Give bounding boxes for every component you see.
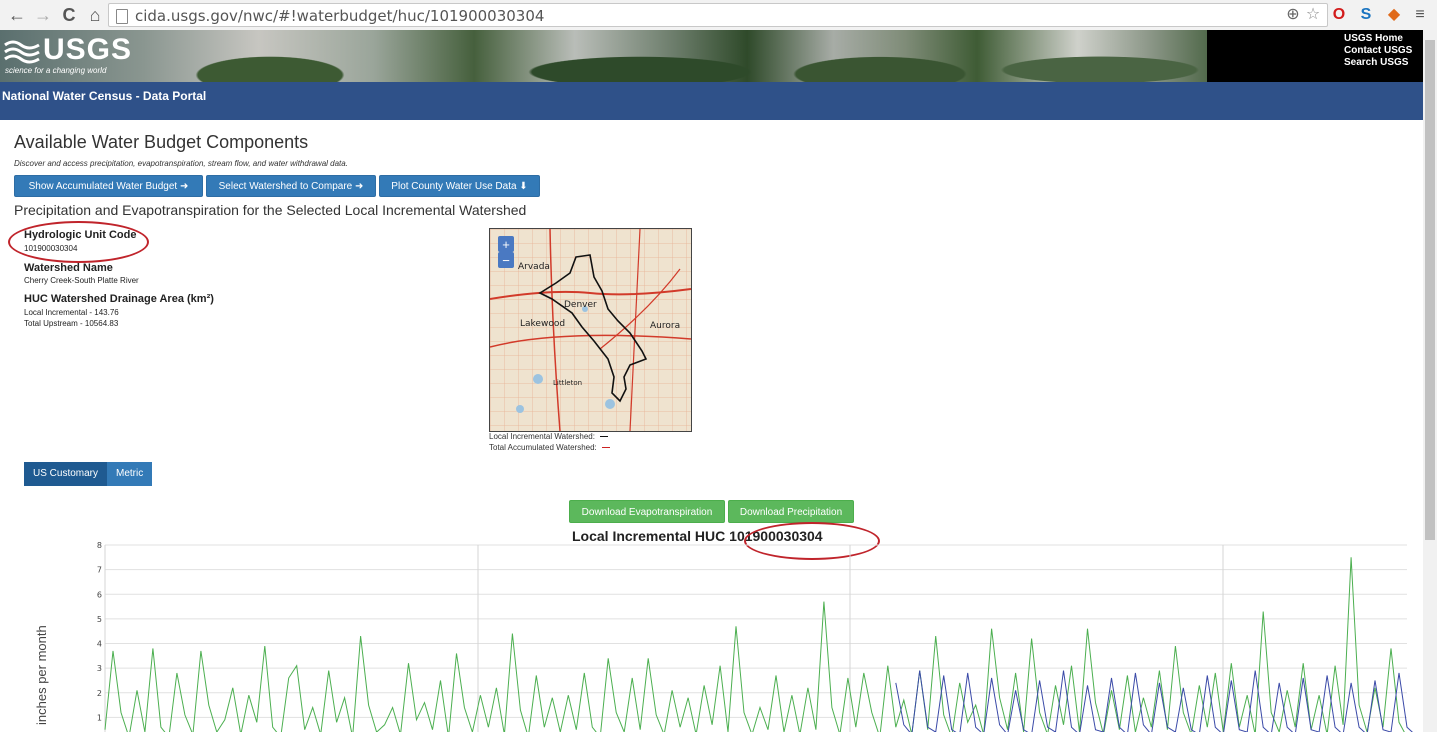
show-accumulated-button[interactable]: Show Accumulated Water Budget ➜	[14, 175, 203, 197]
legend-total-label: Total Accumulated Watershed:	[489, 443, 597, 452]
portal-header	[0, 82, 1423, 120]
legend-total-swatch	[602, 447, 610, 449]
download-precipitation-button[interactable]: Download Precipitation	[728, 500, 854, 523]
page-title: Available Water Budget Components	[14, 132, 309, 152]
watershed-map[interactable]: + − Arvada Denver Lakewood Aurora Little…	[489, 228, 692, 432]
address-bar[interactable]: cida.usgs.gov/nwc/#!waterbudget/huc/1019…	[108, 3, 1328, 27]
usgs-banner	[0, 30, 1437, 82]
opera-icon[interactable]: O	[1329, 5, 1349, 25]
highlight-ring-huc	[8, 221, 149, 263]
map-label-arvada: Arvada	[518, 262, 550, 272]
drainage-area-label: HUC Watershed Drainage Area (km²)	[24, 293, 214, 305]
map-label-lakewood: Lakewood	[520, 319, 565, 329]
local-incremental-area: Local Incremental - 143.76	[24, 308, 119, 317]
logo-text: USGS	[43, 33, 133, 66]
y-tick-label: 5	[97, 615, 102, 624]
units-toggle: US Customary Metric	[24, 462, 153, 486]
portal-title[interactable]: National Water Census - Data Portal	[2, 89, 206, 103]
back-icon[interactable]: ←	[6, 4, 28, 26]
legend-total: Total Accumulated Watershed:	[489, 443, 610, 452]
page-icon	[116, 9, 128, 24]
usgs-top-nav: USGS Home Contact USGS Search USGS	[1344, 33, 1434, 69]
chart-title-prefix: Local Incremental HUC	[572, 528, 726, 544]
y-tick-label: 4	[97, 640, 102, 649]
total-upstream-area: Total Upstream - 10564.83	[24, 319, 119, 328]
zoom-icon[interactable]: ⊕	[1283, 5, 1303, 25]
zoom-out-icon[interactable]: −	[502, 253, 510, 268]
menu-icon[interactable]: ≡	[1410, 5, 1430, 25]
legend-local-label: Local Incremental Watershed:	[489, 432, 595, 441]
reload-icon[interactable]: C	[58, 4, 80, 26]
y-tick-label: 3	[97, 664, 102, 673]
extension-badge-icon[interactable]: ◆	[1384, 5, 1404, 25]
watershed-name-value: Cherry Creek-South Platte River	[24, 276, 139, 285]
y-tick-label: 6	[97, 590, 102, 599]
us-customary-toggle[interactable]: US Customary	[24, 462, 108, 486]
y-tick-label: 2	[97, 689, 102, 698]
watershed-name-label: Watershed Name	[24, 262, 113, 274]
usgs-home-link[interactable]: USGS Home	[1344, 33, 1434, 45]
page-subtitle: Discover and access precipitation, evapo…	[14, 159, 348, 168]
y-axis-label: inches per month	[34, 625, 49, 725]
series-line-1	[895, 670, 1413, 732]
series-line-0	[104, 557, 1405, 732]
zoom-in-icon[interactable]: +	[502, 237, 510, 252]
legend-local: Local Incremental Watershed:	[489, 432, 609, 441]
select-watershed-compare-button[interactable]: Select Watershed to Compare ➜	[206, 175, 376, 197]
search-usgs-link[interactable]: Search USGS	[1344, 57, 1434, 69]
highlight-ring-chart-huc	[744, 522, 880, 560]
section-title: Precipitation and Evapotranspiration for…	[14, 202, 527, 218]
download-evapotranspiration-button[interactable]: Download Evapotranspiration	[569, 500, 725, 523]
metric-toggle[interactable]: Metric	[107, 462, 153, 486]
map-label-denver: Denver	[564, 300, 597, 310]
map-label-littleton: Littleton	[553, 379, 582, 387]
usgs-wave-icon	[4, 40, 40, 64]
scrollbar-thumb[interactable]	[1425, 40, 1435, 540]
y-tick-label: 7	[97, 566, 102, 575]
usgs-logo[interactable]: USGS science for a changing world	[3, 33, 131, 79]
extension-s-icon[interactable]: S	[1356, 5, 1376, 25]
y-tick-label: 1	[97, 713, 102, 722]
bookmark-star-icon[interactable]: ☆	[1303, 5, 1323, 25]
forward-icon[interactable]: →	[32, 4, 54, 26]
banner-photo	[120, 30, 1200, 82]
logo-tagline: science for a changing world	[5, 66, 107, 75]
y-tick-label: 8	[97, 541, 102, 550]
plot-county-water-use-button[interactable]: Plot County Water Use Data ⬇	[379, 175, 540, 197]
map-canvas: + − Arvada Denver Lakewood Aurora Little…	[490, 229, 691, 431]
legend-local-swatch	[600, 436, 609, 438]
map-label-aurora: Aurora	[650, 321, 680, 331]
url-text: cida.usgs.gov/nwc/#!waterbudget/huc/1019…	[135, 7, 545, 25]
contact-usgs-link[interactable]: Contact USGS	[1344, 45, 1434, 57]
home-icon[interactable]: ⌂	[84, 4, 106, 26]
